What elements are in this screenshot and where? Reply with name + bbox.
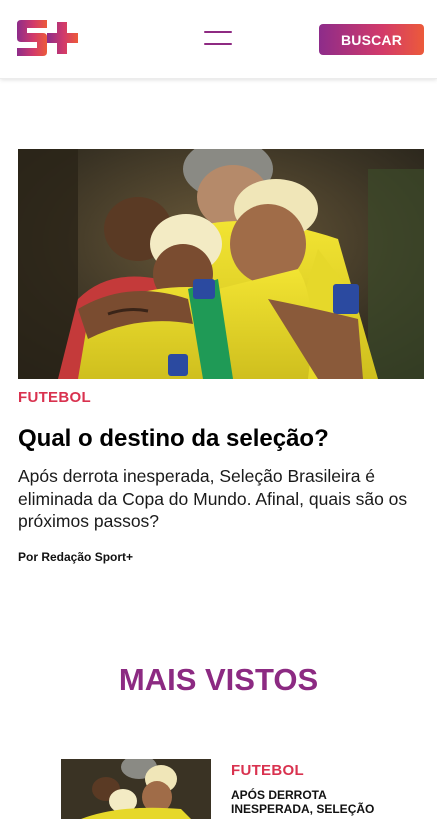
sport-plus-logo[interactable] xyxy=(17,20,79,56)
article-byline: Por Redação Sport+ xyxy=(18,550,134,564)
players-embracing-photo xyxy=(18,149,424,379)
most-viewed-title[interactable]: APÓS DERROTA INESPERADA, SELEÇÃO xyxy=(231,788,391,816)
article-category[interactable]: FUTEBOL xyxy=(18,389,91,406)
most-viewed-category[interactable]: FUTEBOL xyxy=(231,762,304,779)
menu-line xyxy=(204,43,232,45)
menu-line xyxy=(204,31,232,33)
article-headline[interactable]: Qual o destino da seleção? xyxy=(18,424,424,454)
section-title: MAIS VISTOS xyxy=(118,662,319,697)
article-summary: Após derrota inesperada, Seleção Brasile… xyxy=(18,466,408,531)
featured-image[interactable] xyxy=(18,149,424,379)
top-navbar: BUSCAR xyxy=(0,0,437,79)
search-button[interactable]: BUSCAR xyxy=(319,24,424,55)
most-viewed-thumbnail[interactable] xyxy=(61,759,211,819)
hamburger-menu-icon[interactable] xyxy=(204,30,232,46)
players-embracing-photo xyxy=(61,759,211,819)
